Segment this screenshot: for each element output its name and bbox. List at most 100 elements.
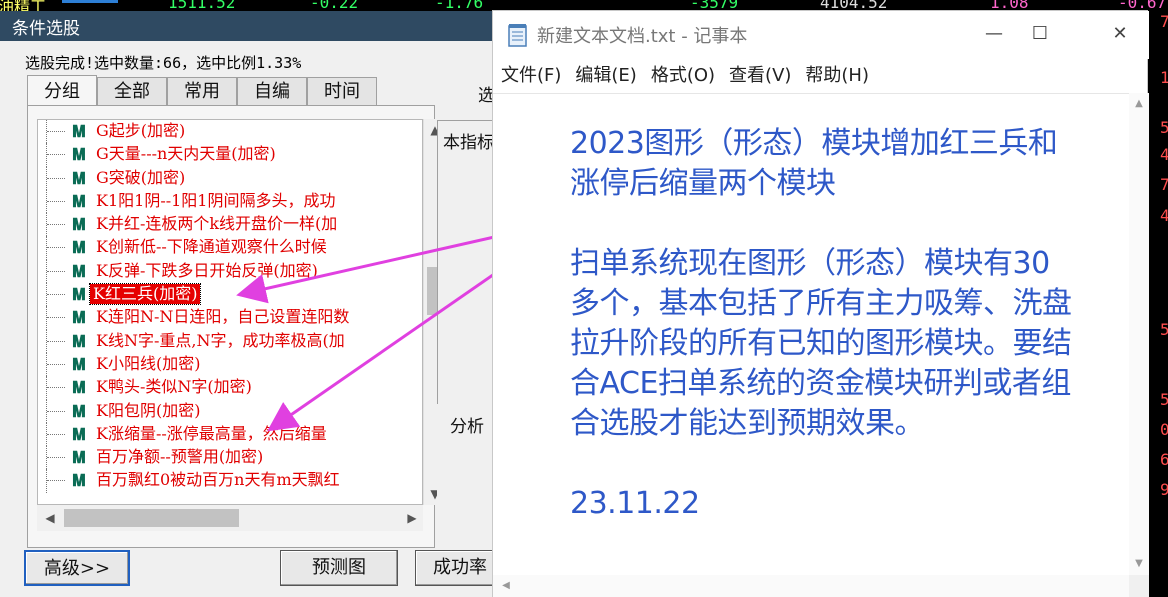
tree-item-label: K阳包阴(加密) bbox=[96, 400, 201, 420]
scroll-down-icon[interactable]: ▼ bbox=[1129, 553, 1149, 575]
notepad-line: 扫单系统现在图形（形态）模块有30 bbox=[570, 246, 1050, 281]
menu-format[interactable]: 格式(O) bbox=[651, 61, 715, 91]
tab-time[interactable]: 时间 bbox=[307, 77, 377, 105]
tree-hscroll-thumb[interactable] bbox=[64, 509, 239, 527]
notepad-titlebar[interactable]: 新建文本文档.txt - 记事本 — ☐ ✕ bbox=[493, 11, 1149, 59]
notepad-vertical-scrollbar[interactable]: ▲ ▼ bbox=[1129, 93, 1149, 575]
notepad-line: 涨停后缩量两个模块 bbox=[570, 166, 836, 201]
notepad-line: 拉升阶段的所有已知的图形模块。要结 bbox=[570, 326, 1072, 361]
tree-item[interactable]: 𝐌 K阳包阴(加密) bbox=[38, 399, 422, 423]
tree-item[interactable]: 𝐌 K连阳N-N日连阳，自己设置连阳数 bbox=[38, 306, 422, 330]
tree-item[interactable]: 𝐌 G突破(加密) bbox=[38, 166, 422, 190]
scroll-up-icon[interactable]: ▲ bbox=[1129, 93, 1149, 115]
tab-all[interactable]: 全部 bbox=[97, 77, 167, 105]
tree-guide-line bbox=[47, 387, 65, 389]
formula-icon: 𝐌 bbox=[72, 168, 86, 188]
forecast-chart-button[interactable]: 预测图 bbox=[280, 550, 398, 586]
tree-item[interactable]: 𝐌 G天量---n天内天量(加密) bbox=[38, 143, 422, 167]
tab-common[interactable]: 常用 bbox=[167, 77, 237, 105]
formula-icon: 𝐌 bbox=[72, 191, 86, 211]
menu-edit[interactable]: 编辑(E) bbox=[575, 61, 636, 91]
tree-item-label: K涨缩量--涨停最高量，然后缩量 bbox=[96, 423, 327, 443]
tree-item[interactable]: 𝐌 K反弹-下跌多日开始反弹(加密) bbox=[38, 259, 422, 284]
notepad-content[interactable]: 2023图形（形态）模块增加红三兵和 涨停后缩量两个模块 扫单系统现在图形（形态）模… bbox=[570, 124, 1130, 524]
formula-icon: 𝐌 bbox=[72, 285, 86, 305]
edge-digit: 6 bbox=[1160, 450, 1168, 469]
analysis-label: 分析 bbox=[450, 417, 484, 437]
tree-item[interactable]: 𝐌 K1阳1阴--1阳1阴间隔多头，成功 bbox=[38, 189, 422, 214]
edge-digit: 4 bbox=[1160, 145, 1168, 164]
tree-item-label: K1阳1阴--1阳1阴间隔多头，成功 bbox=[96, 190, 336, 210]
tree-guide-line bbox=[47, 480, 65, 482]
notepad-horizontal-scrollbar[interactable]: ◀ bbox=[493, 575, 1129, 597]
dialog-title[interactable]: 条件选股 bbox=[0, 11, 500, 41]
tree-guide-line bbox=[47, 340, 65, 342]
category-tabs: 分组 全部 常用 自编 时间 bbox=[27, 75, 377, 105]
notepad-line: 合选股才能达到预期效果。 bbox=[570, 406, 925, 441]
tree-item[interactable]: 𝐌 K涨缩量--涨停最高量，然后缩量 bbox=[38, 422, 422, 447]
tree-item-label: K鸭头-类似N字(加密) bbox=[96, 377, 252, 397]
tree-item[interactable]: 𝐌 K红三兵(加密) bbox=[38, 283, 422, 307]
tree-guide-line bbox=[47, 294, 65, 296]
tree-guide-line bbox=[47, 154, 65, 156]
notepad-title: 新建文本文档.txt - 记事本 bbox=[537, 26, 748, 47]
tree-guide-line bbox=[47, 247, 65, 249]
formula-icon: 𝐌 bbox=[72, 378, 86, 398]
tree-guide-line bbox=[47, 177, 65, 179]
tree-item-label: G突破(加密) bbox=[96, 167, 186, 187]
menu-view[interactable]: 查看(V) bbox=[729, 61, 791, 91]
formula-icon: 𝐌 bbox=[72, 308, 86, 328]
description-text: 本指标 bbox=[443, 133, 494, 153]
tree-guide-line bbox=[47, 433, 65, 435]
tab-group[interactable]: 分组 bbox=[27, 75, 97, 105]
formula-description-panel: 本指标 bbox=[437, 120, 497, 410]
notepad-text-area[interactable]: 2023图形（形态）模块增加红三兵和 涨停后缩量两个模块 扫单系统现在图形（形态）模… bbox=[493, 93, 1129, 575]
notepad-window: 新建文本文档.txt - 记事本 — ☐ ✕ 文件(F) 编辑(E) 格式(O)… bbox=[492, 10, 1149, 597]
tree-item[interactable]: 𝐌 K线N字-重点,N字，成功率极高(加 bbox=[38, 329, 422, 353]
tree-item[interactable]: 𝐌 K并红-连板两个k线开盘价一样(加 bbox=[38, 213, 422, 237]
notepad-line: 多个，基本包括了所有主力吸筹、洗盘 bbox=[570, 286, 1072, 321]
formula-tree-panel: 𝐌 G起步(加密) 𝐌 G天量---n天内天量(加密) 𝐌 G突破(加密) 𝐌 K1阳1阴--… bbox=[27, 105, 445, 548]
edge-digit: 7 bbox=[1160, 175, 1168, 194]
edge-digit: 5 bbox=[1160, 390, 1168, 409]
notepad-line: 合ACE扫单系统的资金模块研判或者组 bbox=[570, 366, 1071, 401]
edge-digit: 0 bbox=[1160, 420, 1168, 439]
tree-item[interactable]: 𝐌 G起步(加密) bbox=[38, 120, 422, 144]
tree-item[interactable]: 𝐌 K小阳线(加密) bbox=[38, 352, 422, 377]
minimize-icon[interactable]: — bbox=[971, 19, 1017, 49]
edge-digit: 5 bbox=[1160, 320, 1168, 339]
resize-grip[interactable] bbox=[1129, 575, 1149, 597]
formula-icon: 𝐌 bbox=[72, 471, 86, 491]
scroll-left-icon[interactable]: ◀ bbox=[495, 575, 517, 597]
tree-item-label: 百万飘红0被动百万n天有m天飘红 bbox=[96, 470, 340, 490]
close-icon[interactable]: ✕ bbox=[1097, 19, 1143, 49]
formula-icon: 𝐌 bbox=[72, 401, 86, 421]
tree-guide-line bbox=[47, 131, 65, 132]
formula-icon: 𝐌 bbox=[72, 424, 86, 444]
tree-item-label: G天量---n天内天量(加密) bbox=[96, 144, 276, 164]
tree-guide-line bbox=[47, 457, 65, 459]
formula-tree[interactable]: 𝐌 G起步(加密) 𝐌 G天量---n天内天量(加密) 𝐌 G突破(加密) 𝐌 K1阳1阴--… bbox=[37, 119, 423, 505]
tab-custom[interactable]: 自编 bbox=[237, 77, 307, 105]
maximize-icon[interactable]: ☐ bbox=[1017, 19, 1063, 49]
stock-selection-dialog: 条件选股 选股完成!选中数量:66，选中比例1.33% 分组 全部 常用 自编 … bbox=[0, 11, 505, 597]
tree-guide-line bbox=[47, 270, 65, 272]
menu-help[interactable]: 帮助(H) bbox=[805, 61, 869, 91]
formula-icon: 𝐌 bbox=[72, 354, 86, 374]
tree-item[interactable]: 𝐌 百万飘红0被动百万n天有m天飘红 bbox=[38, 469, 422, 493]
tree-guide-line bbox=[47, 410, 65, 412]
ticker-highlight bbox=[62, 0, 118, 3]
tree-item-label: K反弹-下跌多日开始反弹(加密) bbox=[96, 260, 318, 280]
scroll-right-icon[interactable]: ▶ bbox=[401, 507, 423, 529]
formula-icon: 𝐌 bbox=[72, 331, 86, 351]
advanced-button[interactable]: 高级>> bbox=[24, 550, 130, 586]
tree-horizontal-scrollbar[interactable]: ◀ ▶ bbox=[37, 505, 423, 531]
scroll-left-icon[interactable]: ◀ bbox=[39, 507, 61, 529]
edge-digit: 4 bbox=[1160, 206, 1168, 225]
tree-item[interactable]: 𝐌 百万净额--预警用(加密) bbox=[38, 446, 422, 470]
tree-item[interactable]: 𝐌 K创新低--下降通道观察什么时候 bbox=[38, 236, 422, 260]
formula-icon: 𝐌 bbox=[72, 448, 86, 468]
tree-item[interactable]: 𝐌 K鸭头-类似N字(加密) bbox=[38, 376, 422, 400]
formula-icon: 𝐌 bbox=[72, 122, 86, 141]
menu-file[interactable]: 文件(F) bbox=[501, 61, 561, 91]
